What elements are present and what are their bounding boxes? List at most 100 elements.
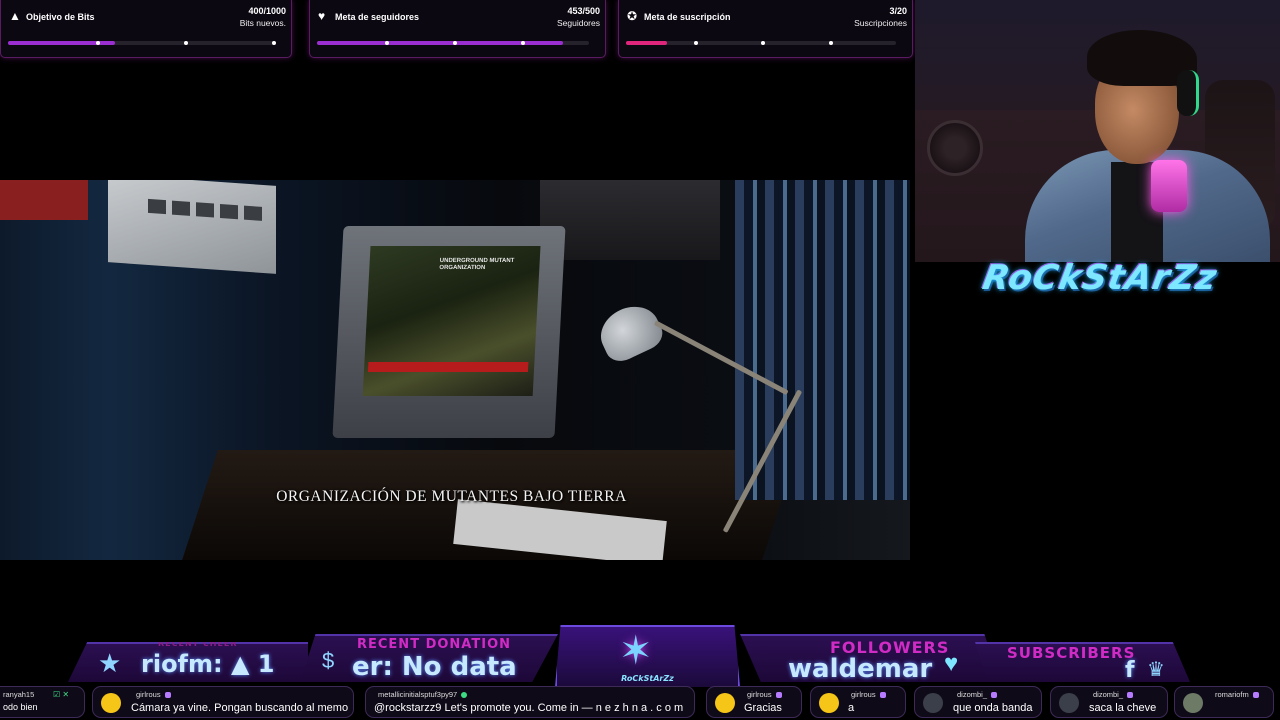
progress-marker — [184, 41, 189, 45]
chat-text: Cámara ya vine. Pongan buscando al memo — [131, 702, 349, 714]
chat-username: romariofm — [1215, 690, 1259, 699]
chat-username-text: romariofm — [1215, 690, 1249, 699]
chat-text: que onda banda — [953, 702, 1033, 714]
subscription-goal-progress-fill — [626, 41, 667, 45]
bits-goal-value: 400/1000 — [248, 6, 286, 16]
followers-panel: FOLLOWERS waldemar ♥ — [740, 634, 1000, 682]
latest-subscriber-value: f — [1125, 658, 1135, 683]
wall-poster-photos — [108, 180, 276, 274]
chat-message: girlrous Cámara ya vine. Pongan buscando… — [92, 686, 354, 718]
money-icon: $ — [322, 648, 335, 673]
badge-icon — [1252, 692, 1259, 699]
follower-goal-progress-fill — [317, 41, 564, 45]
progress-marker — [521, 41, 525, 45]
chat-text: saca la cheve — [1089, 702, 1157, 714]
user-avatar — [923, 693, 943, 713]
recent-cheer-title: RECENT CHEER — [158, 639, 238, 648]
user-avatar — [101, 693, 121, 713]
wall-poster-dark — [540, 180, 720, 260]
chat-message: romariofm — [1174, 686, 1274, 718]
progress-marker — [761, 41, 765, 45]
photo — [220, 203, 238, 220]
recent-cheer-value: riofm: ▲ 1 — [141, 650, 275, 678]
webcam-feed — [915, 0, 1280, 262]
subscription-goal-value: 3/20 — [889, 6, 907, 16]
center-logo-text: RoCkStArZz — [621, 674, 674, 683]
follower-goal-progress-track — [317, 41, 589, 45]
badge-icon — [164, 692, 171, 699]
subscription-goal-widget: ✪ Meta de suscripción 3/20 Suscripciones — [618, 0, 913, 58]
checkbox-icon: ☑ ✕ — [53, 690, 70, 699]
chat-username-text: metallicinitialsptuf3py97 — [378, 690, 458, 699]
microphone — [1151, 160, 1187, 212]
video-subtitle: ORGANIZACIÓN DE MUTANTES BAJO TIERRA — [276, 488, 627, 505]
channel-logo: RoCkStArZz — [979, 258, 1221, 298]
chat-username: metallicinitialsptuf3py97 — [378, 690, 468, 699]
chat-text: @rockstarzz9 Let's promote you. Come in … — [374, 702, 684, 714]
stream-layout: ▲ Objetivo de Bits 400/1000 Bits nuevos.… — [0, 0, 1280, 720]
heart-icon: ♥ — [944, 650, 959, 677]
user-avatar — [1183, 693, 1203, 713]
badge-icon — [1127, 692, 1134, 699]
photo — [148, 198, 166, 215]
headset — [1177, 70, 1199, 116]
online-icon — [461, 692, 468, 699]
photo — [196, 202, 214, 218]
plaid-curtain — [735, 180, 910, 500]
bits-goal-progress-track — [8, 41, 277, 45]
chat-message: girlrous a — [810, 686, 906, 718]
video-player[interactable]: UNDERGROUND MUTANT ORGANIZATION ORGANIZA… — [0, 180, 910, 560]
subscription-goal-title: Meta de suscripción — [644, 12, 731, 22]
progress-marker — [385, 41, 389, 45]
chat-username-text: girlrous — [136, 690, 161, 699]
bits-goal-widget: ▲ Objetivo de Bits 400/1000 Bits nuevos. — [0, 0, 292, 58]
center-logo-badge: ✶ RoCkStArZz — [555, 625, 740, 687]
badge-icon — [775, 692, 782, 699]
wall-poster-red — [0, 180, 88, 220]
chat-text: a — [848, 702, 855, 714]
news-ticker-bar — [367, 362, 529, 372]
bits-icon: ▲ — [9, 9, 21, 23]
badge-icon — [991, 692, 998, 699]
progress-marker — [272, 41, 277, 45]
chat-message: dizombi_ saca la cheve — [1050, 686, 1168, 718]
follower-goal-widget: ♥ Meta de seguidores 453/500 Seguidores — [309, 0, 606, 58]
subscribers-title: SUBSCRIBERS — [1007, 644, 1136, 662]
subscription-goal-subtitle: Suscripciones — [854, 18, 907, 28]
chat-username-text: girlrous — [851, 690, 876, 699]
crt-monitor: UNDERGROUND MUTANT ORGANIZATION — [332, 226, 566, 438]
star-emblem-icon: ✶ — [619, 629, 653, 673]
latest-follower-value: waldemar — [788, 654, 933, 684]
photo — [244, 205, 262, 221]
trophy-icon: ♛ — [1147, 659, 1165, 681]
chat-username: dizombi_ — [1093, 690, 1134, 699]
bits-goal-subtitle: Bits nuevos. — [239, 18, 286, 28]
chat-username: girlrous — [136, 690, 171, 699]
chat-username: dizombi_ — [957, 690, 998, 699]
recent-donation-value: er: No data — [352, 652, 517, 682]
desk-lamp-head — [592, 297, 668, 367]
follower-goal-value: 453/500 — [567, 6, 600, 16]
progress-marker — [693, 41, 698, 45]
recent-donation-title: RECENT DONATION — [357, 637, 511, 652]
follower-icon: ♥ — [318, 9, 326, 23]
photo — [172, 200, 190, 216]
wall-fan — [927, 120, 983, 176]
chat-username: girlrous — [851, 690, 886, 699]
chat-text: odo bien — [3, 702, 38, 712]
recent-donation-panel: $ RECENT DONATION er: No data — [300, 634, 558, 682]
chat-ticker: ranyah15 odo bien ☑ ✕ girlrous Cámara ya… — [0, 685, 1280, 720]
chat-username-text: girlrous — [747, 690, 772, 699]
chat-username: girlrous — [747, 690, 782, 699]
subscription-icon: ✪ — [627, 9, 638, 23]
chat-username-text: dizombi_ — [957, 690, 988, 699]
progress-marker — [453, 41, 457, 45]
user-avatar — [819, 693, 839, 713]
chat-message: metallicinitialsptuf3py97 @rockstarzz9 L… — [365, 686, 695, 718]
chat-username: ranyah15 — [3, 690, 35, 699]
badge-icon — [879, 692, 886, 699]
chat-text: Gracias — [744, 702, 782, 714]
user-avatar — [1059, 693, 1079, 713]
subscription-goal-progress-track — [626, 41, 896, 45]
chat-username-text: dizombi_ — [1093, 690, 1124, 699]
